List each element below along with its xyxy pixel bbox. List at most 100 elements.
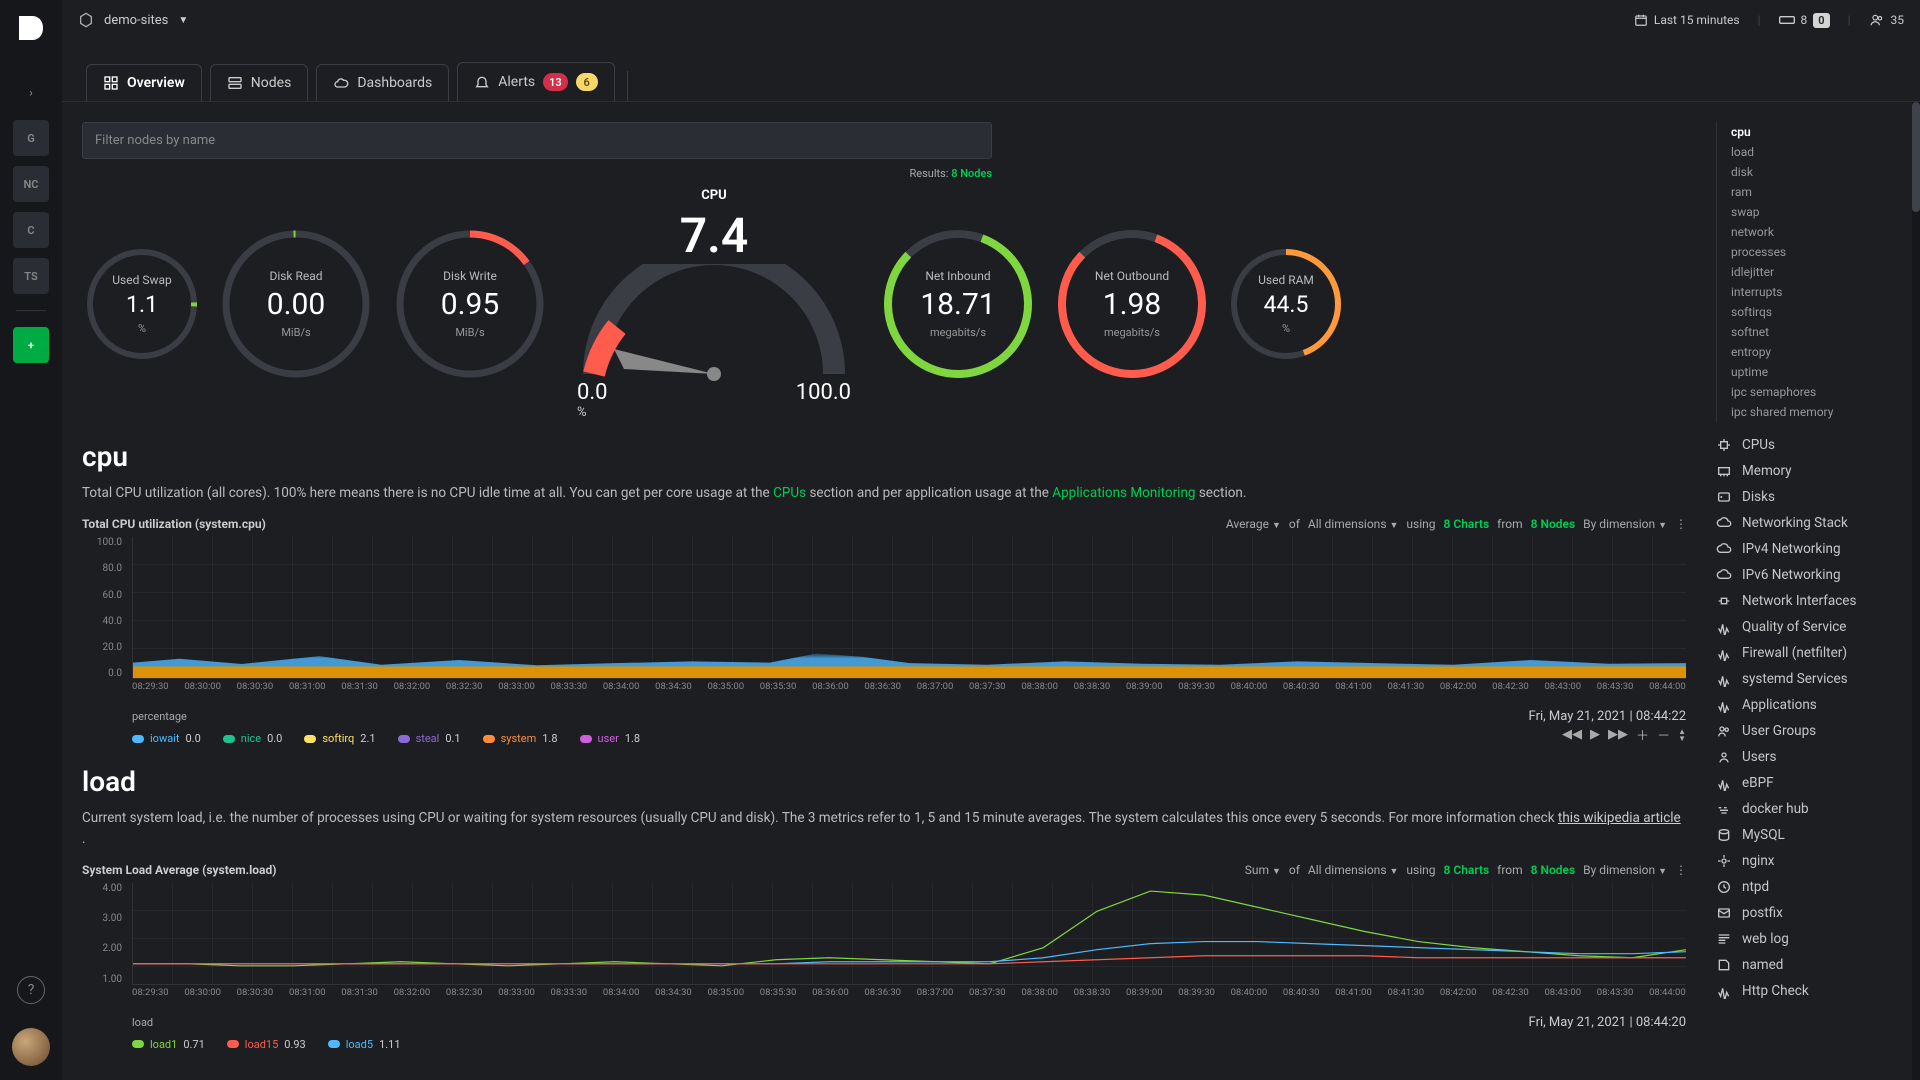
results-line: Results: 8 Nodes — [82, 167, 992, 180]
site-picker[interactable]: demo-sites ▼ — [78, 12, 188, 28]
category-link[interactable]: nginx — [1716, 848, 1906, 874]
rail-space-c[interactable]: C — [13, 212, 49, 248]
nodes-link[interactable]: 8 Nodes — [1531, 517, 1576, 531]
chart-area[interactable]: 100.080.060.040.020.00.0 08:29:3008:30:0… — [82, 537, 1686, 707]
nodes-link[interactable]: 8 Nodes — [1531, 863, 1576, 877]
zoom-out-icon[interactable]: － — [1657, 725, 1670, 744]
anchor-link[interactable]: cpu — [1731, 122, 1906, 142]
anchor-link[interactable]: ipc shared memory — [1731, 402, 1906, 422]
category-link[interactable]: CPUs — [1716, 432, 1906, 458]
category-link[interactable]: Quality of Service — [1716, 614, 1906, 640]
anchor-link[interactable]: interrupts — [1731, 282, 1906, 302]
category-link[interactable]: systemd Services — [1716, 666, 1906, 692]
legend-item[interactable]: iowait 0.0 — [132, 732, 201, 745]
category-link[interactable]: MySQL — [1716, 822, 1906, 848]
more-icon[interactable]: ⋮ — [1675, 863, 1686, 877]
anchor-link[interactable]: disk — [1731, 162, 1906, 182]
gauge-disk-write[interactable]: Disk Write 0.95 MiB/s — [390, 224, 550, 384]
agg-picker[interactable]: Sum ▼ — [1245, 863, 1281, 877]
category-link[interactable]: Memory — [1716, 458, 1906, 484]
anchor-link[interactable]: idlejitter — [1731, 262, 1906, 282]
anchor-link[interactable]: processes — [1731, 242, 1906, 262]
anchor-link[interactable]: ipc semaphores — [1731, 382, 1906, 402]
tab-overview[interactable]: Overview — [86, 64, 202, 101]
link-apps-monitoring[interactable]: Applications Monitoring — [1052, 485, 1195, 501]
play-icon[interactable]: ▶ — [1590, 727, 1600, 742]
dims-picker[interactable]: All dimensions ▼ — [1308, 863, 1399, 877]
groupby-picker[interactable]: By dimension ▼ — [1583, 517, 1667, 531]
gauge-disk-read[interactable]: Disk Read 0.00 MiB/s — [216, 224, 376, 384]
groupby-picker[interactable]: By dimension ▼ — [1583, 863, 1667, 877]
rail-space-g[interactable]: G — [13, 120, 49, 156]
legend-item[interactable]: steal 0.1 — [398, 732, 461, 745]
help-icon[interactable]: ? — [17, 976, 45, 1004]
anchor-link[interactable]: entropy — [1731, 342, 1906, 362]
rail-add-space-button[interactable]: + — [13, 327, 49, 363]
category-link[interactable]: IPv4 Networking — [1716, 536, 1906, 562]
anchor-link[interactable]: softirqs — [1731, 302, 1906, 322]
legend-item[interactable]: system 1.8 — [483, 732, 558, 745]
category-link[interactable]: Network Interfaces — [1716, 588, 1906, 614]
category-link[interactable]: Applications — [1716, 692, 1906, 718]
users-counter[interactable]: 35 — [1869, 13, 1905, 27]
gauge-cpu[interactable]: CPU 7.4 0.0 100.0 % — [564, 188, 864, 420]
link-cpus[interactable]: CPUs — [773, 485, 806, 501]
category-link[interactable]: Http Check — [1716, 978, 1906, 1004]
sort-icon[interactable]: ▲▼ — [1678, 728, 1686, 742]
category-link[interactable]: named — [1716, 952, 1906, 978]
tab-dashboards[interactable]: Dashboards — [316, 64, 449, 101]
legend-item[interactable]: load5 1.11 — [328, 1038, 401, 1051]
rail-space-ts[interactable]: TS — [13, 258, 49, 294]
category-link[interactable]: Disks — [1716, 484, 1906, 510]
category-link[interactable]: Firewall (netfilter) — [1716, 640, 1906, 666]
time-range-picker[interactable]: Last 15 minutes — [1634, 13, 1740, 27]
zoom-in-icon[interactable]: ＋ — [1636, 725, 1649, 744]
category-icon — [1716, 671, 1732, 687]
alerts-warn-pill: 6 — [576, 73, 598, 91]
anchor-link[interactable]: swap — [1731, 202, 1906, 222]
legend-item[interactable]: load15 0.93 — [227, 1038, 306, 1051]
legend-item[interactable]: user 1.8 — [580, 732, 641, 745]
gauge-net-outbound[interactable]: Net Outbound 1.98 megabits/s — [1052, 224, 1212, 384]
tab-nodes[interactable]: Nodes — [210, 64, 309, 101]
category-link[interactable]: IPv6 Networking — [1716, 562, 1906, 588]
gauge-used-ram[interactable]: Used RAM 44.5 % — [1226, 244, 1346, 364]
rewind-icon[interactable]: ◀◀ — [1562, 727, 1582, 742]
anchor-link[interactable]: softnet — [1731, 322, 1906, 342]
category-link[interactable]: ntpd — [1716, 874, 1906, 900]
scrollbar-track[interactable] — [1912, 102, 1920, 1080]
more-icon[interactable]: ⋮ — [1675, 517, 1686, 531]
rail-expand-icon[interactable]: › — [13, 74, 49, 110]
category-link[interactable]: User Groups — [1716, 718, 1906, 744]
anchor-link[interactable]: network — [1731, 222, 1906, 242]
category-link[interactable]: eBPF — [1716, 770, 1906, 796]
tab-alerts[interactable]: Alerts 13 6 — [457, 62, 614, 101]
anchor-link[interactable]: uptime — [1731, 362, 1906, 382]
category-link[interactable]: Networking Stack — [1716, 510, 1906, 536]
charts-link[interactable]: 8 Charts — [1444, 517, 1490, 531]
link-wikipedia[interactable]: this wikipedia article — [1558, 810, 1681, 826]
chart-plot[interactable] — [132, 883, 1686, 985]
chart-area[interactable]: 4.003.002.001.00 08:29:3008:30:0008:30:3… — [82, 883, 1686, 1013]
legend-item[interactable]: load1 0.71 — [132, 1038, 205, 1051]
rail-space-nc[interactable]: NC — [13, 166, 49, 202]
scrollbar-thumb[interactable] — [1912, 102, 1920, 212]
gauge-net-inbound[interactable]: Net Inbound 18.71 megabits/s — [878, 224, 1038, 384]
dims-picker[interactable]: All dimensions ▼ — [1308, 517, 1399, 531]
charts-link[interactable]: 8 Charts — [1444, 863, 1490, 877]
legend-item[interactable]: softirq 2.1 — [304, 732, 375, 745]
category-link[interactable]: postfix — [1716, 900, 1906, 926]
legend-item[interactable]: nice 0.0 — [223, 732, 283, 745]
anchor-link[interactable]: load — [1731, 142, 1906, 162]
fastfwd-icon[interactable]: ▶▶ — [1608, 727, 1628, 742]
anchor-link[interactable]: ram — [1731, 182, 1906, 202]
gauge-used-swap[interactable]: Used Swap 1.1 % — [82, 244, 202, 364]
user-avatar[interactable] — [12, 1028, 50, 1066]
category-link[interactable]: web log — [1716, 926, 1906, 952]
chart-plot[interactable] — [132, 537, 1686, 679]
category-link[interactable]: Users — [1716, 744, 1906, 770]
nodes-counter[interactable]: 8 0 — [1779, 13, 1830, 28]
category-link[interactable]: docker hub — [1716, 796, 1906, 822]
filter-input[interactable]: Filter nodes by name — [82, 122, 992, 159]
agg-picker[interactable]: Average ▼ — [1226, 517, 1281, 531]
